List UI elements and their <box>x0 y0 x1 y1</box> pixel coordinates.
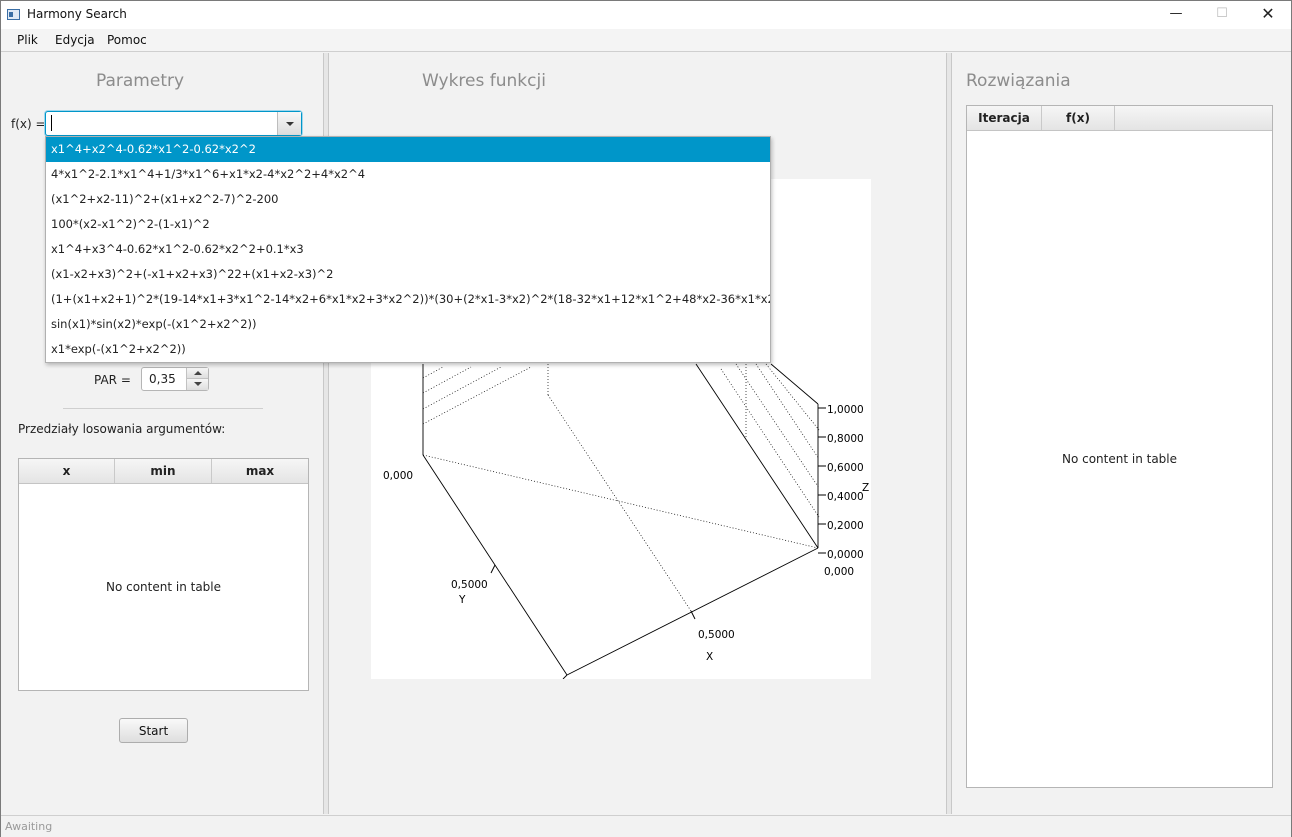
empty-table-message: No content in table <box>105 580 222 594</box>
title-bar: Harmony Search — ☐ ✕ <box>1 1 1291 29</box>
spinner-down-icon[interactable] <box>186 379 208 390</box>
box-edge <box>695 363 819 549</box>
z-tick-label: 0,2000 <box>827 520 864 532</box>
spinner-up-icon[interactable] <box>186 368 208 379</box>
y-axis-label: Y <box>458 594 466 606</box>
table-header: Iteracja f(x) <box>967 106 1272 131</box>
function-input[interactable] <box>49 114 277 133</box>
menu-edycja[interactable]: Edycja <box>55 33 95 47</box>
app-window: Harmony Search — ☐ ✕ Plik Edycja Pomoc P… <box>0 0 1292 837</box>
dropdown-item[interactable]: (x1^2+x2-11)^2+(x1+x2^2-7)^2-200 <box>46 187 770 212</box>
solutions-panel: Rozwiązania Iteracja f(x) No content in … <box>952 53 1291 814</box>
dropdown-item[interactable]: (x1-x2+x3)^2+(-x1+x2+x3)^22+(x1+x2-x3)^2 <box>46 262 770 287</box>
maximize-button[interactable]: ☐ <box>1199 1 1245 29</box>
app-icon <box>7 9 20 20</box>
z-tick-label: 0,4000 <box>827 491 864 503</box>
fx-label: f(x) = <box>11 117 46 131</box>
box-edge <box>562 674 568 680</box>
function-combobox[interactable] <box>45 111 302 136</box>
par-label: PAR = <box>94 373 131 387</box>
column-x[interactable]: x <box>19 459 115 483</box>
menu-bar: Plik Edycja Pomoc <box>1 29 1291 52</box>
par-value[interactable]: 0,35 <box>149 372 176 386</box>
start-button[interactable]: Start <box>119 718 188 743</box>
wall-grid-line <box>422 366 532 425</box>
dropdown-item[interactable]: 4*x1^2-2.1*x1^4+1/3*x1^6+x1*x2-4*x2^2+4*… <box>46 162 770 187</box>
wall-grid-line <box>422 366 472 394</box>
x-tick-label: 0,5000 <box>698 629 735 641</box>
floor-grid-line <box>422 454 819 549</box>
dropdown-item[interactable]: x1*exp(-(x1^2+x2^2)) <box>46 337 770 362</box>
x-tick-mark <box>690 610 696 620</box>
parameters-title: Parametry <box>96 71 185 91</box>
status-text: Awaiting <box>5 820 53 833</box>
chart-title: Wykres funkcji <box>422 71 546 91</box>
par-spinner[interactable]: 0,35 <box>141 367 209 391</box>
dropdown-item[interactable]: (1+(x1+x2+1)^2*(19-14*x1+3*x1^2-14*x2+6*… <box>46 287 770 312</box>
column-iteracja[interactable]: Iteracja <box>967 106 1042 130</box>
z-tick-label: 0,6000 <box>827 462 864 474</box>
origin-label: 0,000 <box>383 470 413 482</box>
wall-grid-line <box>422 366 444 379</box>
y-tick-label: 0,5000 <box>451 579 488 591</box>
box-edge <box>770 363 819 405</box>
intervals-table[interactable]: x min max No content in table <box>18 458 309 691</box>
menu-pomoc[interactable]: Pomoc <box>107 33 147 47</box>
table-header: x min max <box>19 459 308 484</box>
solutions-title: Rozwiązania <box>966 71 1071 91</box>
wall-grid-line <box>765 363 820 431</box>
intervals-label: Przedziały losowania argumentów: <box>18 422 226 436</box>
wall-grid-line <box>735 363 820 489</box>
origin-label: 0,000 <box>824 566 854 578</box>
floor-grid-line <box>547 394 692 612</box>
chevron-down-icon[interactable] <box>277 112 301 135</box>
function-dropdown-list[interactable]: x1^4+x2^4-0.62*x1^2-0.62*x2^2 4*x1^2-2.1… <box>45 136 771 363</box>
status-bar: Awaiting <box>1 815 1291 837</box>
wall-grid-line <box>720 368 820 518</box>
empty-table-message: No content in table <box>1061 452 1178 466</box>
separator <box>63 408 263 409</box>
dropdown-item[interactable]: x1^4+x2^4-0.62*x1^2-0.62*x2^2 <box>46 137 770 162</box>
z-tick-label: 0,0000 <box>827 549 864 561</box>
column-min[interactable]: min <box>115 459 212 483</box>
wall-grid-line <box>422 366 502 410</box>
column-max[interactable]: max <box>212 459 308 483</box>
dropdown-item[interactable]: sin(x1)*sin(x2)*exp(-(x1^2+x2^2)) <box>46 312 770 337</box>
z-tick-label: 0,8000 <box>827 433 864 445</box>
column-fx[interactable]: f(x) <box>1042 106 1115 130</box>
dropdown-item[interactable]: 100*(x2-x1^2)^2-(1-x1)^2 <box>46 212 770 237</box>
dropdown-item[interactable]: x1^4+x3^4-0.62*x1^2-0.62*x2^2+0.1*x3 <box>46 237 770 262</box>
x-axis-label: X <box>706 651 713 663</box>
x-axis-line <box>566 547 819 676</box>
close-button[interactable]: ✕ <box>1245 1 1291 29</box>
z-tick-label: 1,0000 <box>827 404 864 416</box>
solutions-table[interactable]: Iteracja f(x) No content in table <box>966 105 1273 788</box>
menu-plik[interactable]: Plik <box>17 33 38 47</box>
y-tick-mark <box>490 564 496 574</box>
z-axis-label: Z <box>862 482 869 494</box>
minimize-button[interactable]: — <box>1153 1 1199 29</box>
window-title: Harmony Search <box>27 7 127 21</box>
